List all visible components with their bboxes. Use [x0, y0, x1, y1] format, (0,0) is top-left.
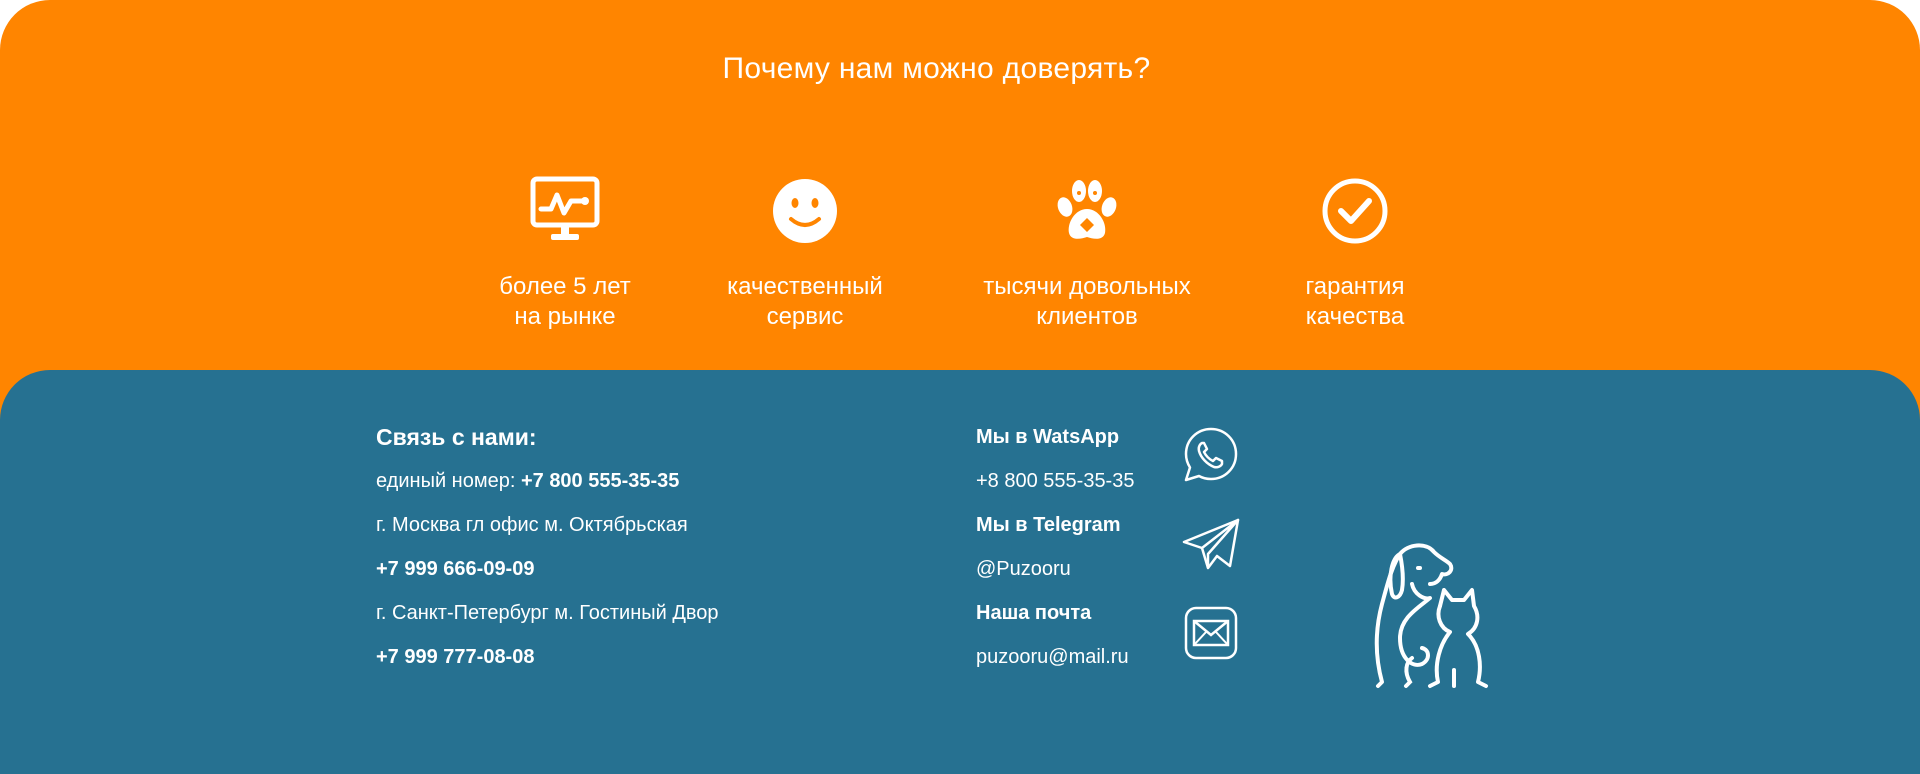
- feature-experience-label: более 5 лет на рынке: [499, 273, 631, 330]
- spb-address: г. Санкт-Петербург м. Гостиный Двор: [376, 602, 719, 624]
- contacts-block: Связь с нами: единый номер: +7 800 555-3…: [376, 424, 719, 686]
- paw-icon: [1057, 180, 1117, 239]
- feature-guarantee-label: гарантия качества: [1305, 273, 1405, 330]
- whatsapp-icon[interactable]: [1180, 424, 1242, 486]
- single-number-line: единый номер: +7 800 555-35-35: [376, 466, 719, 510]
- footer: Связь с нами: единый номер: +7 800 555-3…: [0, 370, 1920, 774]
- spb-phone-link[interactable]: +7 999 777-08-08: [376, 642, 719, 686]
- moscow-phone-link[interactable]: +7 999 666-09-09: [376, 554, 719, 598]
- telegram-caption: Мы в Telegram: [976, 514, 1121, 536]
- single-number-link[interactable]: +7 800 555-35-35: [521, 470, 679, 492]
- moscow-address: г. Москва гл офис м. Октябрьская: [376, 514, 688, 536]
- email-link[interactable]: puzooru@mail.ru: [976, 644, 1134, 688]
- whatsapp-caption: Мы в WatsApp: [976, 426, 1120, 448]
- monitor-chart-icon: [530, 176, 600, 240]
- feature-service-label: качественный сервис: [727, 273, 883, 330]
- checkmark-circle-icon: [1322, 178, 1388, 244]
- trust-title: Почему нам можно доверять?: [722, 52, 1151, 85]
- feature-service: качественный сервис: [675, 175, 935, 332]
- feature-clients: тысячи довольных клиентов: [957, 175, 1217, 332]
- email-caption: Наша почта: [976, 602, 1092, 624]
- page: Почему нам можно доверять? более 5 лет н…: [0, 0, 1920, 774]
- telegram-icon[interactable]: [1180, 514, 1242, 576]
- trust-section: Почему нам можно доверять? более 5 лет н…: [0, 0, 1920, 420]
- contacts-heading: Связь с нами:: [376, 424, 537, 450]
- dog-cat-logo-icon: [1374, 543, 1488, 688]
- feature-guarantee: гарантия качества: [1225, 175, 1485, 332]
- telegram-handle-link[interactable]: @Puzooru: [976, 556, 1134, 600]
- smiley-face-icon: [773, 179, 837, 243]
- whatsapp-number-link[interactable]: +8 800 555-35-35: [976, 468, 1134, 512]
- single-number-label: единый номер:: [376, 470, 521, 492]
- feature-experience: более 5 лет на рынке: [435, 175, 695, 332]
- mail-icon[interactable]: [1180, 602, 1242, 664]
- messengers-block: Мы в WatsApp +8 800 555-35-35 Мы в Teleg…: [976, 424, 1134, 688]
- feature-clients-label: тысячи довольных клиентов: [983, 273, 1191, 330]
